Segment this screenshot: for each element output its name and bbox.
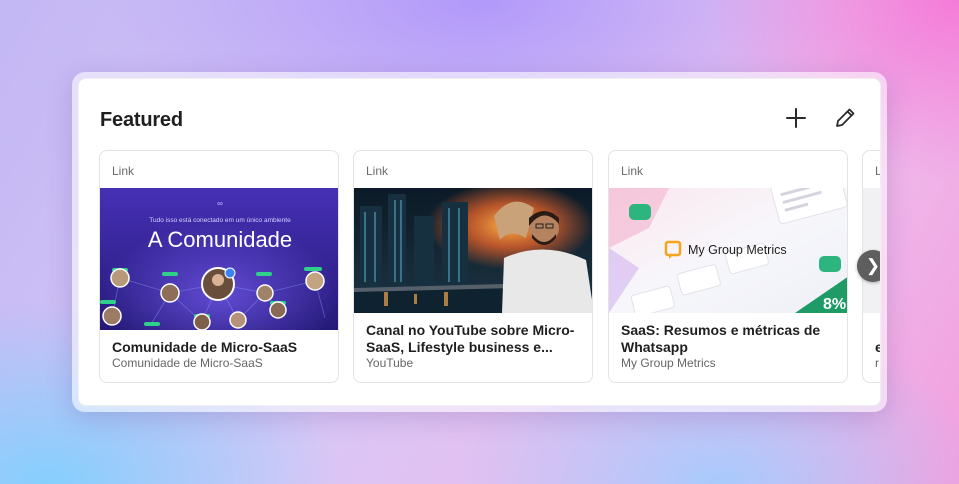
community-graphic: ∞ Tudo isso está conectado em um único a… [100, 188, 338, 330]
card-source: Comunidade de Micro-SaaS [112, 356, 263, 370]
card-source: r [875, 356, 879, 370]
thumb-headline: A Comunidade [148, 227, 292, 252]
card-thumbnail: ∞ Tudo isso está conectado em um único a… [100, 188, 338, 330]
card-type-label: L [875, 164, 880, 178]
add-button[interactable] [781, 103, 811, 133]
metrics-graphic: 8% My Group Metrics [609, 188, 847, 313]
thumb-tagline: Tudo isso está conectado em um único amb… [149, 217, 291, 224]
featured-panel: Featured Link ∞ Tudo isso está conectado… [78, 78, 881, 406]
card-title: Comunidade de Micro-SaaS [112, 339, 298, 355]
svg-text:8%: 8% [823, 296, 846, 313]
edit-button[interactable] [830, 103, 860, 133]
card-source: YouTube [366, 356, 414, 370]
card-type-label: Link [112, 164, 135, 178]
plus-icon [786, 108, 806, 128]
card-type-label: Link [366, 164, 389, 178]
featured-panel-frame: Featured Link ∞ Tudo isso está conectado… [72, 72, 887, 412]
youtube-graphic [354, 188, 592, 313]
featured-carousel: Link ∞ Tudo isso está conectado em um ún… [99, 150, 880, 384]
card-source: My Group Metrics [621, 356, 716, 370]
card-title: SaaS: Resumos e métricas de Whatsapp [621, 322, 821, 355]
card-title: e [875, 339, 880, 356]
carousel-next-button[interactable]: ❯ [857, 250, 881, 282]
card-title: Canal no YouTube sobre Micro-SaaS, Lifes… [366, 322, 575, 355]
card-thumbnail: 8% My Group Metrics [609, 188, 847, 313]
thumb-brand: My Group Metrics [688, 243, 787, 257]
card-thumbnail [354, 188, 592, 313]
featured-card-youtube[interactable]: Link Canal no YouTube sobre Micro-SaaS, … [353, 150, 593, 383]
card-type-label: Link [621, 164, 644, 178]
featured-card-my-group-metrics[interactable]: Link 8% My Group Metrics SaaS: Resumos e… [608, 150, 848, 383]
chevron-right-icon: ❯ [865, 256, 881, 275]
svg-text:∞: ∞ [217, 199, 223, 208]
pencil-icon [836, 108, 855, 127]
featured-card-comunidade[interactable]: Link ∞ Tudo isso está conectado em um ún… [99, 150, 339, 383]
section-title: Featured [100, 109, 183, 131]
